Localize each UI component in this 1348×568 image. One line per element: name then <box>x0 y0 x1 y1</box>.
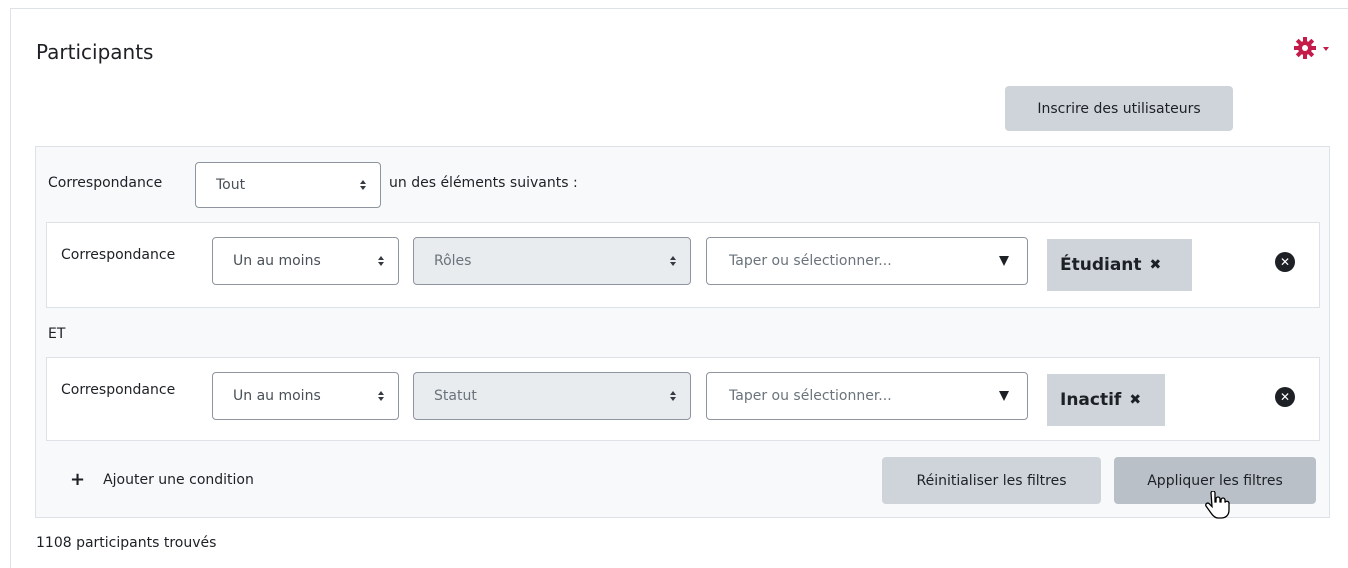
filter-type-value: Statut <box>434 388 477 404</box>
row-match-select[interactable]: Un au moins <box>212 237 399 285</box>
value-autocomplete[interactable]: Taper ou sélectionner... <box>706 237 1028 285</box>
tag-label: Inactif <box>1060 390 1122 410</box>
sort-arrows-icon <box>670 256 676 266</box>
filter-type-value: Rôles <box>434 253 472 269</box>
actions-menu[interactable] <box>1293 36 1329 60</box>
filter-row-roles: Correspondance Un au moins Rôles Taper o… <box>46 222 1320 308</box>
sort-arrows-icon <box>378 391 384 401</box>
remove-row-icon[interactable]: ✕ <box>1275 252 1295 272</box>
join-label: ET <box>48 326 66 342</box>
row-match-label: Correspondance <box>61 247 176 263</box>
page-title: Participants <box>36 40 154 64</box>
plus-icon: + <box>70 469 86 490</box>
match-suffix: un des éléments suivants : <box>389 175 578 191</box>
tag-label: Étudiant <box>1060 255 1142 275</box>
add-condition-label: Ajouter une condition <box>103 471 254 488</box>
hand-cursor-icon <box>1205 491 1230 519</box>
selected-tag-etudiant[interactable]: Étudiant ✖ <box>1047 239 1192 291</box>
dropdown-triangle-icon[interactable] <box>999 391 1009 401</box>
match-label: Correspondance <box>48 175 163 191</box>
participants-count: 1108 participants trouvés <box>36 535 217 551</box>
row-match-value: Un au moins <box>233 253 321 269</box>
match-select[interactable]: Tout <box>195 162 381 208</box>
gear-icon <box>1294 37 1316 59</box>
sort-arrows-icon <box>360 180 366 190</box>
remove-tag-icon[interactable]: ✖ <box>1129 392 1141 408</box>
row-match-select[interactable]: Un au moins <box>212 372 399 420</box>
dropdown-triangle-icon[interactable] <box>999 256 1009 266</box>
sort-arrows-icon <box>670 391 676 401</box>
autocomplete-placeholder: Taper ou sélectionner... <box>729 388 892 404</box>
sort-arrows-icon <box>378 256 384 266</box>
value-autocomplete[interactable]: Taper ou sélectionner... <box>706 372 1028 420</box>
row-match-value: Un au moins <box>233 388 321 404</box>
add-condition-link[interactable]: + Ajouter une condition <box>70 469 254 490</box>
filter-panel: Correspondance Tout un des éléments suiv… <box>35 146 1330 518</box>
reset-filters-button[interactable]: Réinitialiser les filtres <box>882 457 1101 504</box>
autocomplete-placeholder: Taper ou sélectionner... <box>729 253 892 269</box>
filter-type-select: Statut <box>413 372 691 420</box>
remove-tag-icon[interactable]: ✖ <box>1150 257 1162 273</box>
remove-row-icon[interactable]: ✕ <box>1275 387 1295 407</box>
match-select-value: Tout <box>216 177 246 193</box>
filter-row-status: Correspondance Un au moins Statut Taper … <box>46 357 1320 441</box>
chevron-down-icon <box>1323 47 1329 51</box>
filter-type-select: Rôles <box>413 237 691 285</box>
enrol-users-button[interactable]: Inscrire des utilisateurs <box>1005 86 1233 131</box>
selected-tag-inactif[interactable]: Inactif ✖ <box>1047 374 1165 426</box>
row-match-label: Correspondance <box>61 382 176 398</box>
